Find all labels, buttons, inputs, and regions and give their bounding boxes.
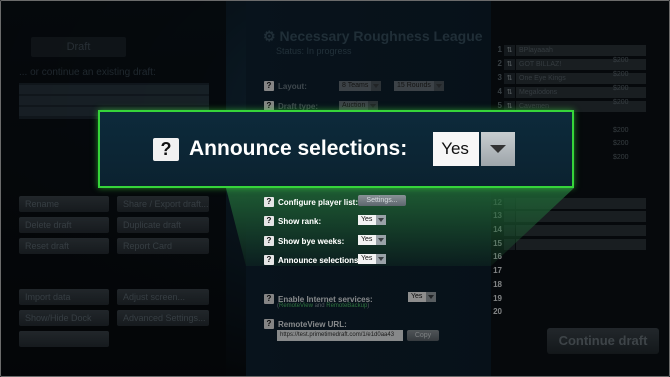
show-bye-label: Show bye weeks: (278, 236, 345, 246)
chevron-down-icon[interactable] (376, 235, 386, 245)
configure-player-list-row-lit: ? Configure player list: (264, 197, 358, 207)
chevron-down-icon[interactable] (481, 132, 516, 166)
dropdown-value: Yes (433, 132, 480, 166)
callout-beam (226, 188, 574, 266)
announce-label: Announce selections: (278, 255, 362, 265)
announce-select[interactable]: Yes (358, 254, 386, 264)
configure-label: Configure player list: (278, 197, 359, 207)
chevron-down-icon[interactable] (376, 254, 386, 264)
show-rank-label: Show rank: (278, 216, 322, 226)
callout-label: Announce selections: (189, 137, 408, 160)
show-rank-select[interactable]: Yes (358, 215, 386, 225)
help-icon[interactable]: ? (153, 137, 179, 161)
show-rank-row-lit: ? Show rank: (264, 216, 321, 226)
help-icon[interactable]: ? (264, 236, 274, 246)
announce-selections-callout: ? Announce selections: Yes (98, 110, 574, 188)
show-bye-select[interactable]: Yes (358, 235, 386, 245)
help-glyph: ? (160, 138, 172, 159)
show-rank-value: Yes (358, 215, 376, 225)
help-icon[interactable]: ? (264, 216, 274, 226)
announce-selections-row-lit: ? Announce selections: (264, 255, 361, 265)
chevron-down-icon[interactable] (376, 215, 386, 225)
announce-value: Yes (358, 254, 376, 264)
player-list-settings-button[interactable]: Settings... (358, 195, 406, 206)
help-icon[interactable]: ? (264, 197, 274, 207)
help-icon[interactable]: ? (264, 255, 274, 265)
show-bye-row-lit: ? Show bye weeks: (264, 236, 344, 246)
show-bye-value: Yes (358, 235, 376, 245)
app-window: Draft ... or continue an existing draft:… (0, 0, 670, 377)
announce-selections-dropdown[interactable]: Yes (433, 132, 516, 166)
